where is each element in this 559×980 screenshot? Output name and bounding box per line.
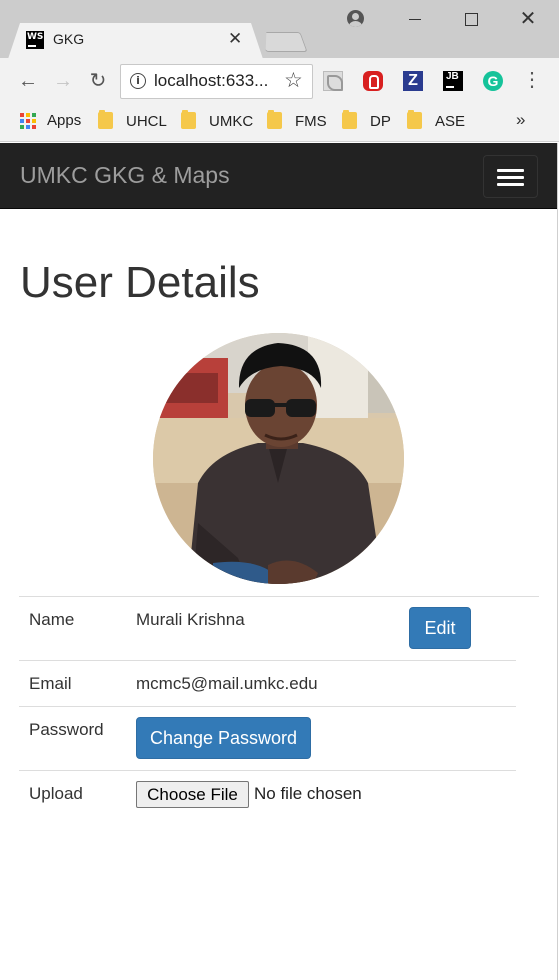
- more-bookmarks-button[interactable]: »: [516, 110, 525, 130]
- menu-bar-icon: [497, 169, 524, 172]
- bookmark-star-icon[interactable]: ☆: [284, 68, 303, 93]
- email-value: mcmc5@mail.umkc.edu: [136, 674, 318, 693]
- user-avatar: [153, 333, 404, 584]
- minimize-window-button[interactable]: [400, 8, 430, 30]
- name-value: Murali Krishna: [136, 610, 245, 629]
- webstorm-favicon-icon: WS: [26, 31, 44, 49]
- folder-icon: [267, 110, 282, 129]
- table-row-divider: [19, 660, 516, 661]
- email-label: Email: [29, 674, 72, 693]
- choose-file-button[interactable]: Choose File: [136, 781, 249, 808]
- name-label: Name: [29, 610, 75, 629]
- apps-grid-icon[interactable]: [20, 113, 36, 129]
- bookmark-dp[interactable]: DP: [342, 110, 391, 132]
- grammarly-icon[interactable]: G: [483, 71, 503, 91]
- tab-close-icon[interactable]: ✕: [228, 29, 242, 49]
- bookmark-fms[interactable]: FMS: [267, 110, 327, 132]
- user-photo-image: [153, 333, 404, 584]
- change-password-button[interactable]: Change Password: [136, 717, 311, 759]
- bookmark-apps[interactable]: Apps: [47, 112, 81, 132]
- browser-menu-icon[interactable]: ⋮: [522, 69, 542, 93]
- table-row-divider: [19, 706, 516, 707]
- reload-icon[interactable]: ↻: [86, 69, 110, 93]
- table-row-divider: [19, 596, 539, 597]
- folder-icon: [98, 110, 113, 129]
- file-status-text: No file chosen: [254, 784, 362, 803]
- folder-icon: [342, 110, 357, 129]
- profile-icon[interactable]: [347, 10, 364, 27]
- password-label: Password: [29, 720, 104, 739]
- table-row-divider: [19, 770, 516, 771]
- tab-title: GKG: [53, 31, 85, 47]
- folder-icon: [181, 110, 196, 129]
- edit-button[interactable]: Edit: [409, 607, 471, 649]
- browser-tab[interactable]: [8, 23, 263, 59]
- zotero-icon[interactable]: Z: [403, 71, 423, 91]
- bookmark-ase[interactable]: ASE: [407, 110, 465, 132]
- adobe-pdf-icon[interactable]: [323, 71, 343, 91]
- maximize-window-button[interactable]: [456, 8, 486, 30]
- folder-icon: [407, 110, 422, 129]
- upload-label: Upload: [29, 784, 83, 803]
- bookmark-umkc[interactable]: UMKC: [181, 110, 253, 132]
- page-title: User Details: [20, 258, 260, 307]
- site-info-icon[interactable]: i: [130, 73, 146, 89]
- close-window-button[interactable]: ✕: [513, 8, 543, 30]
- menu-bar-icon: [497, 183, 524, 186]
- back-arrow-icon[interactable]: ←: [16, 69, 40, 93]
- menu-bar-icon: [497, 176, 524, 179]
- url-text[interactable]: localhost:633...: [154, 71, 269, 91]
- bookmark-uhcl[interactable]: UHCL: [98, 110, 167, 132]
- navbar-toggle-button[interactable]: [483, 155, 538, 198]
- forward-arrow-icon[interactable]: →: [51, 69, 75, 93]
- stop-adblock-icon[interactable]: [363, 71, 383, 91]
- jetbrains-icon[interactable]: JB: [443, 71, 463, 91]
- navbar-brand[interactable]: UMKC GKG & Maps: [20, 162, 230, 189]
